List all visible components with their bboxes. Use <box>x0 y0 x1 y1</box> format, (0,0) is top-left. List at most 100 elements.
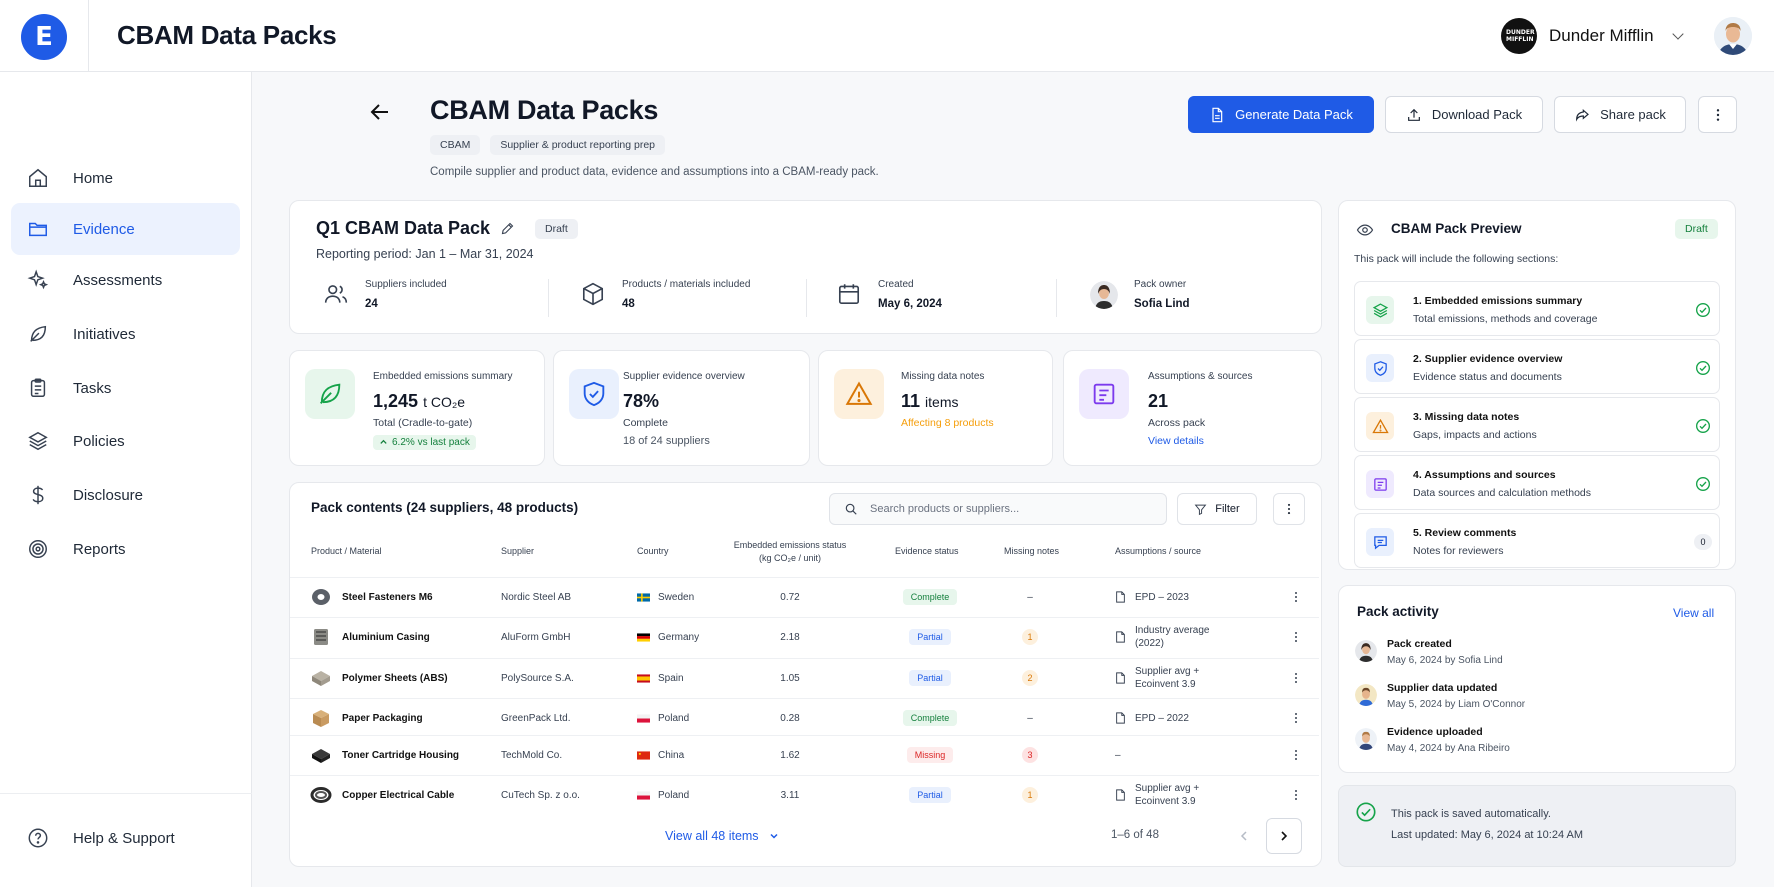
flag-spain-icon <box>637 673 650 683</box>
view-all-activity-link[interactable]: View all <box>1673 606 1714 620</box>
folder-icon <box>29 222 47 237</box>
table-options-button[interactable] <box>1273 493 1305 525</box>
preview-description: This pack will include the following sec… <box>1354 253 1559 265</box>
sidebar-item-help[interactable]: Help & Support <box>11 812 240 864</box>
source-text: – <box>1115 749 1121 761</box>
table-row[interactable]: Toner Cartridge Housing TechMold Co. China… <box>290 735 1319 773</box>
chevron-down-icon <box>1671 28 1684 40</box>
sidebar-item-evidence[interactable]: Evidence <box>11 203 240 255</box>
reporting-period: Reporting period: Jan 1 – Mar 31, 2024 <box>316 247 534 261</box>
source-text: Industry average (2022) <box>1135 624 1210 650</box>
row-options-icon[interactable] <box>1294 749 1298 761</box>
meta-value: May 6, 2024 <box>878 298 942 310</box>
preview-title: CBAM Pack Preview <box>1391 221 1522 236</box>
meta-label: Created <box>878 279 914 290</box>
sidebar-item-label: Disclosure <box>73 486 144 504</box>
meta-value: 24 <box>365 298 378 310</box>
company-switcher[interactable]: DUNDER MIFFLIN Dunder Mifflin <box>1501 18 1684 54</box>
sidebar-item-assessments[interactable]: Assessments <box>11 254 240 306</box>
column-header-product[interactable]: Product / Material <box>311 546 382 556</box>
button-label: Filter <box>1215 503 1240 515</box>
view-all-items-link[interactable]: View all 48 items <box>665 829 779 843</box>
meta-products: Products / materials included 48 <box>580 279 750 310</box>
source-text: EPD – 2022 <box>1135 712 1189 725</box>
source-text: EPD – 2023 <box>1135 591 1189 604</box>
country: Poland <box>637 699 689 737</box>
download-pack-button[interactable]: Download Pack <box>1385 96 1543 133</box>
missing-count: – <box>1027 591 1033 603</box>
app-logo[interactable]: E <box>21 14 67 60</box>
section-title: 1. Embedded emissions summary <box>1413 295 1583 307</box>
section-title: 2. Supplier evidence overview <box>1413 353 1563 365</box>
activity-item-meta: May 5, 2024 by Liam O'Connor <box>1387 699 1526 710</box>
stat-label: Missing data notes <box>901 371 985 382</box>
section-description: Total emissions, methods and coverage <box>1413 313 1598 325</box>
check-circle-icon <box>1696 361 1710 375</box>
column-header-line: (kg CO₂e / unit) <box>758 553 821 563</box>
column-header-evidence[interactable]: Evidence status <box>895 546 959 556</box>
sidebar-item-disclosure[interactable]: Disclosure <box>11 469 240 521</box>
sidebar-item-home[interactable]: Home <box>11 152 240 204</box>
row-options-icon[interactable] <box>1294 712 1298 724</box>
next-page-button[interactable] <box>1266 818 1302 854</box>
preview-section[interactable]: 3. Missing data notes Gaps, impacts and … <box>1354 397 1720 452</box>
column-header-emissions[interactable]: Embedded emissions status (kg CO₂e / unit… <box>730 539 850 565</box>
sparkle-icon <box>27 269 49 290</box>
column-header-missing[interactable]: Missing notes <box>1004 546 1059 556</box>
casing-product-icon <box>314 629 328 645</box>
previous-page-button[interactable] <box>1226 818 1262 854</box>
table-row[interactable]: Paper Packaging GreenPack Ltd. Poland 0.28 C… <box>290 698 1319 736</box>
document-icon <box>1116 591 1125 603</box>
flag-poland-icon <box>637 713 650 723</box>
preview-section[interactable]: 1. Embedded emissions summary Total emis… <box>1354 281 1720 336</box>
supplier-name: CuTech Sp. z o.o. <box>501 789 580 801</box>
missing-count-badge: 3 <box>1022 747 1038 763</box>
preview-section[interactable]: 5. Review comments Notes for reviewers 0 <box>1354 513 1720 568</box>
pencil-icon[interactable] <box>500 221 515 236</box>
column-header-country[interactable]: Country <box>637 546 669 556</box>
column-header-supplier[interactable]: Supplier <box>501 546 534 556</box>
assumptions-source: EPD – 2022 <box>1115 699 1189 737</box>
column-header-assumptions[interactable]: Assumptions / source <box>1115 546 1201 556</box>
row-options-icon[interactable] <box>1294 591 1298 603</box>
sidebar-item-policies[interactable]: Policies <box>11 415 240 467</box>
sidebar-item-reports[interactable]: Reports <box>11 523 240 575</box>
status-badge: Missing <box>906 747 954 763</box>
emissions-value: 0.72 <box>780 591 800 603</box>
generate-data-pack-button[interactable]: Generate Data Pack <box>1188 96 1374 133</box>
check-circle-icon <box>1696 419 1710 433</box>
row-options-icon[interactable] <box>1294 672 1298 684</box>
table-row[interactable]: Copper Electrical Cable CuTech Sp. z o.o.… <box>290 775 1319 813</box>
column-header-line: Embedded emissions status <box>733 540 847 550</box>
source-line: Supplier avg + <box>1135 666 1200 677</box>
back-arrow-icon[interactable] <box>368 100 392 124</box>
view-details-link[interactable]: View details <box>1148 435 1204 447</box>
row-options-icon[interactable] <box>1294 789 1298 801</box>
row-options-icon[interactable] <box>1294 631 1298 643</box>
missing-notes: – <box>1000 699 1060 737</box>
sidebar-item-tasks[interactable]: Tasks <box>11 362 240 414</box>
missing-count-badge: 2 <box>1022 670 1038 686</box>
avatar <box>1355 684 1377 706</box>
preview-section[interactable]: 2. Supplier evidence overview Evidence s… <box>1354 339 1720 394</box>
table-row[interactable]: Polymer Sheets (ABS) PolySource S.A. Spain… <box>290 658 1319 696</box>
stat-icon-wrapper <box>1079 369 1129 419</box>
filter-button[interactable]: Filter <box>1177 493 1257 525</box>
assumptions-source: EPD – 2023 <box>1115 578 1189 616</box>
more-options-button[interactable] <box>1698 96 1737 133</box>
search-input[interactable] <box>870 503 1130 515</box>
section-icon-wrapper <box>1366 354 1394 382</box>
sidebar-item-label: Home <box>73 169 114 187</box>
evidence-status: Complete <box>870 578 990 616</box>
table-row[interactable]: Aluminium Casing AluForm GmbH Germany 2.18 P… <box>290 617 1319 655</box>
activity-item: Pack created May 6, 2024 by Sofia Lind <box>1355 638 1503 666</box>
table-row[interactable]: Steel Fasteners M6 Nordic Steel AB Sweden 0… <box>290 577 1319 615</box>
share-pack-button[interactable]: Share pack <box>1554 96 1686 133</box>
preview-section[interactable]: 4. Assumptions and sources Data sources … <box>1354 455 1720 510</box>
status-badge: Partial <box>909 629 951 645</box>
user-avatar[interactable] <box>1714 17 1752 55</box>
sidebar-item-initiatives[interactable]: Initiatives <box>11 308 240 360</box>
dollar-icon <box>32 485 44 505</box>
section-description: Notes for reviewers <box>1413 545 1504 557</box>
stat-icon-wrapper <box>834 369 884 419</box>
